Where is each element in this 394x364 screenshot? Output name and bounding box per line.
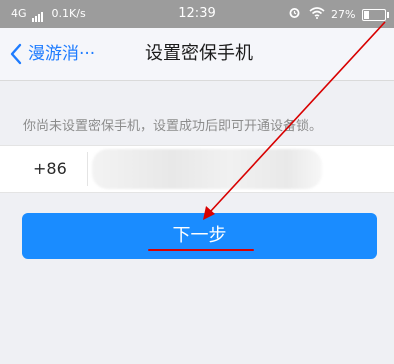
code-divider (87, 152, 88, 186)
country-code[interactable]: +86 (33, 158, 67, 180)
annotation-underline (148, 249, 254, 251)
back-button[interactable]: 漫游消··· (10, 40, 95, 68)
nav-bar: 漫游消··· 设置密保手机 (0, 28, 394, 81)
page-title: 设置密保手机 (145, 43, 253, 64)
hint-text: 你尚未设置密保手机，设置成功后即可开通设备锁。 (23, 119, 323, 134)
back-label: 漫游消··· (28, 44, 96, 64)
wifi-icon (309, 6, 325, 24)
chevron-left-icon (10, 43, 22, 65)
phone-row: +86 (0, 145, 394, 193)
phone-input[interactable] (92, 149, 322, 189)
alarm-icon (288, 6, 301, 24)
status-right: 27% (288, 6, 389, 24)
next-button[interactable]: 下一步 (22, 213, 377, 259)
battery-fill (364, 11, 369, 19)
status-bar: 4G 0.1K/s 12:39 27% (0, 0, 394, 28)
battery-percent: 27% (331, 8, 356, 21)
battery-icon (362, 9, 389, 21)
